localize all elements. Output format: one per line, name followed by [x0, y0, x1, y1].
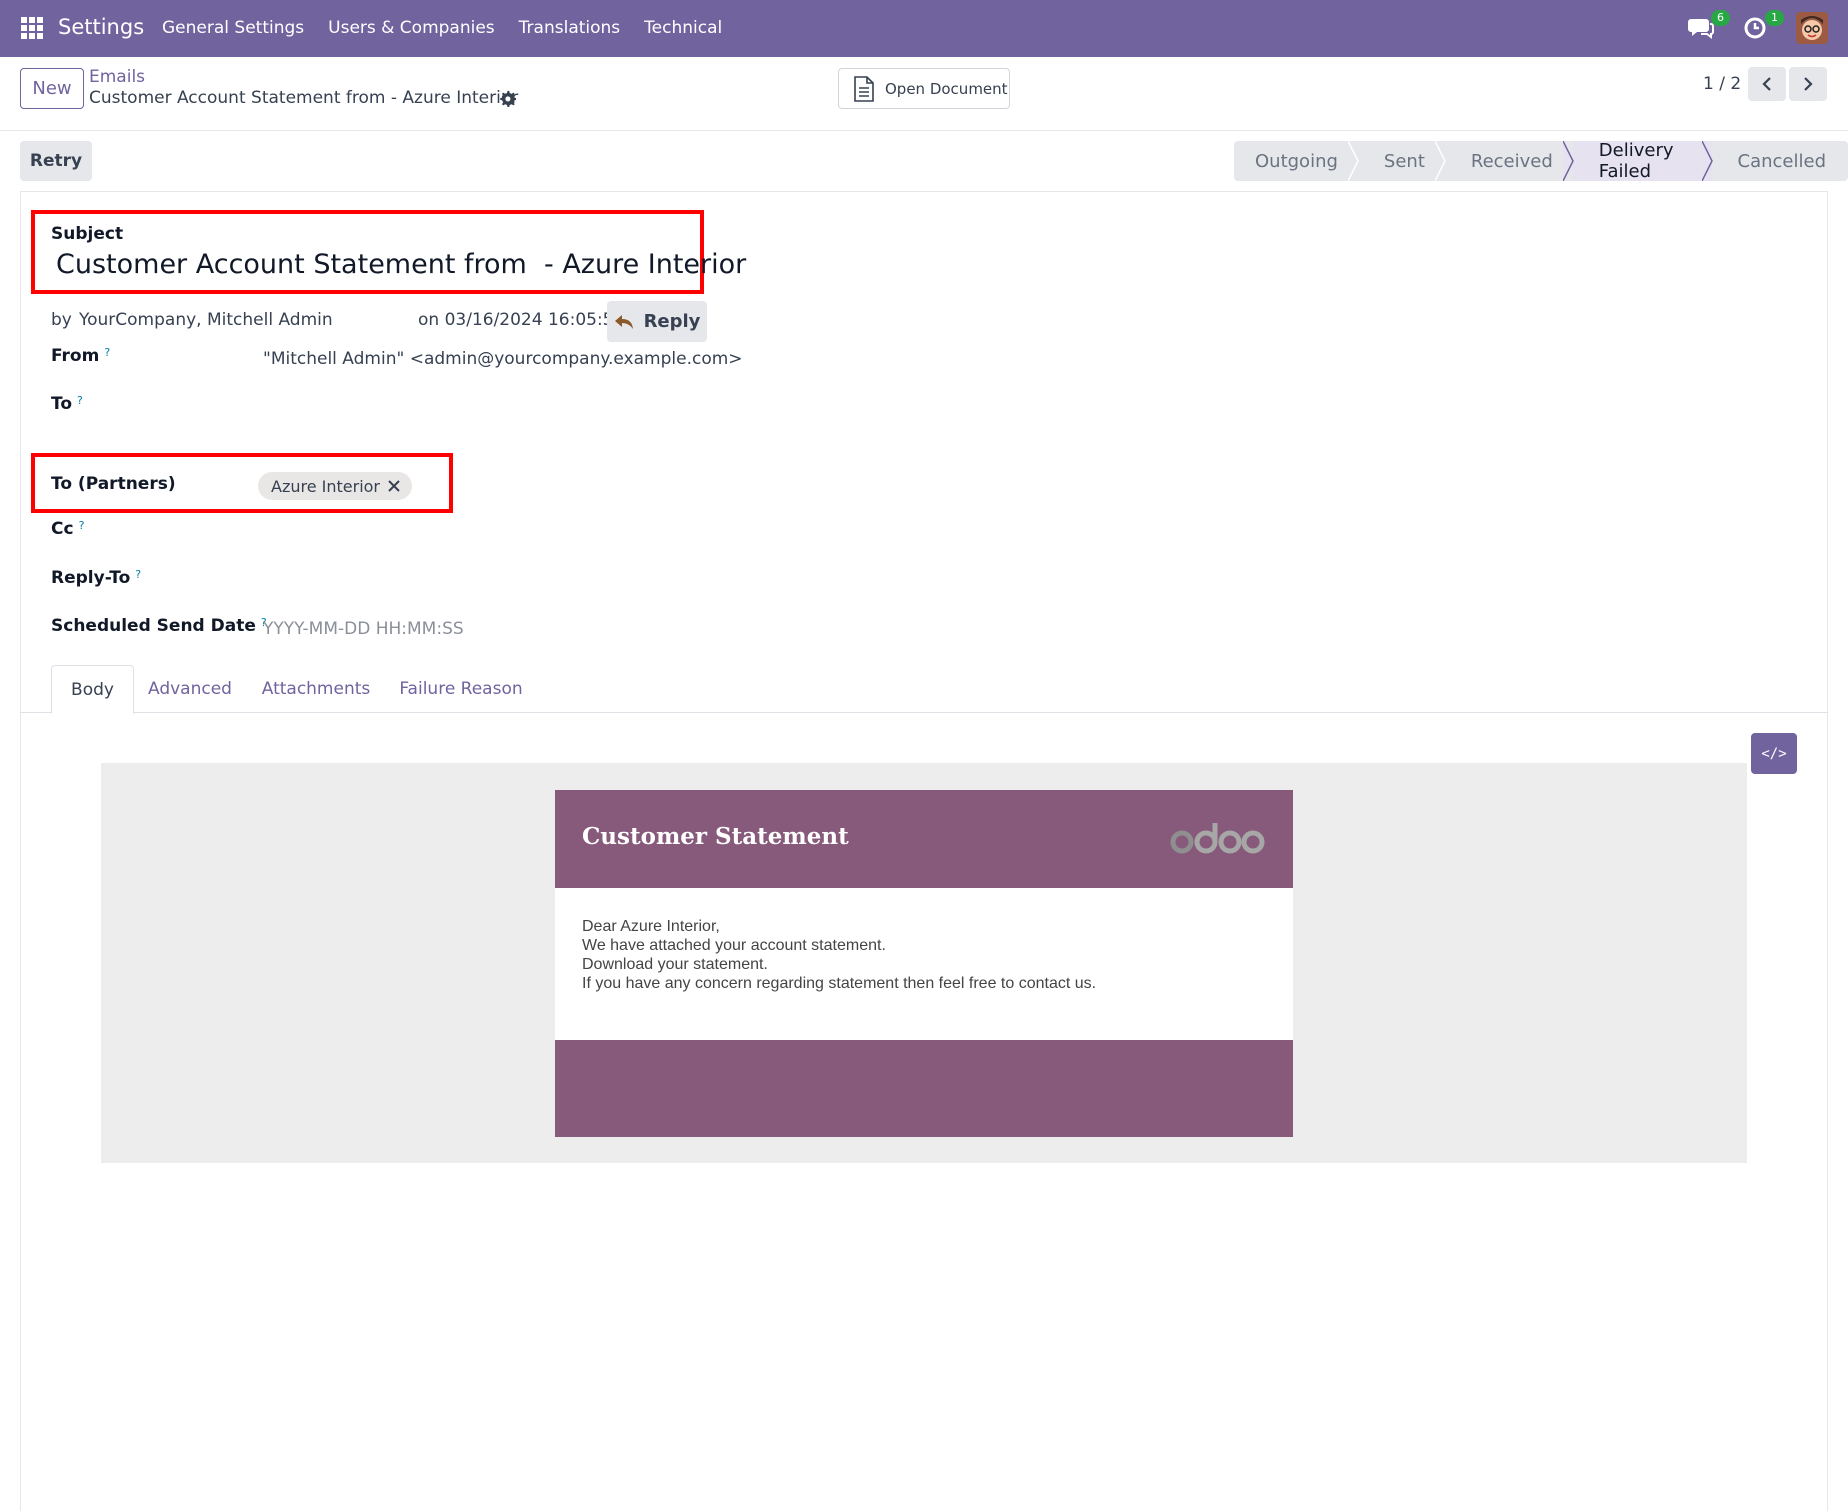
email-footer — [555, 1040, 1293, 1137]
tab-failure-reason[interactable]: Failure Reason — [386, 665, 536, 713]
email-title: Customer Statement — [582, 823, 849, 850]
help-icon[interactable]: ? — [135, 568, 141, 581]
reply-icon — [614, 314, 633, 329]
breadcrumb-emails[interactable]: Emails — [89, 67, 145, 87]
stage-outgoing[interactable]: Outgoing — [1234, 141, 1359, 181]
breadcrumb-current-record: Customer Account Statement from - Azure … — [89, 88, 519, 108]
menu-translations[interactable]: Translations — [519, 18, 621, 38]
open-document-label: Open Document — [885, 79, 1008, 98]
email-line: If you have any concern regarding statem… — [582, 975, 1097, 992]
top-menu: General Settings Users & Companies Trans… — [162, 18, 746, 38]
subject-label: Subject — [51, 224, 124, 244]
apps-menu-icon[interactable] — [21, 17, 43, 39]
stage-cancelled-label: Cancelled — [1737, 150, 1826, 172]
document-icon — [854, 75, 874, 102]
message-date: on 03/16/2024 16:05:51 — [418, 310, 625, 330]
stage-separator — [1434, 141, 1446, 181]
stage-received[interactable]: Received — [1444, 141, 1574, 181]
stage-cancelled[interactable]: Cancelled — [1711, 141, 1848, 181]
remove-tag-icon[interactable] — [388, 480, 400, 492]
stage-sent-label: Sent — [1383, 150, 1425, 172]
partner-tag-label: Azure Interior — [271, 476, 381, 496]
stage-delivery-failed-label: Delivery Failed — [1598, 140, 1674, 182]
control-panel: New Emails Customer Account Statement fr… — [0, 57, 1848, 131]
retry-button[interactable]: Retry — [20, 141, 92, 181]
activities-badge: 1 — [1765, 10, 1784, 26]
from-label: From? — [51, 346, 110, 366]
messages-icon[interactable]: 6 — [1688, 10, 1730, 42]
activities-icon[interactable]: 1 — [1742, 10, 1784, 42]
scheduled-date-label-text: Scheduled Send Date — [51, 616, 256, 636]
to-label: To? — [51, 394, 83, 414]
code-view-button[interactable]: </> — [1751, 733, 1797, 774]
to-label-text: To — [51, 394, 73, 414]
systray: 6 1 — [1688, 10, 1828, 44]
gear-icon[interactable] — [499, 90, 516, 107]
tab-body[interactable]: Body — [51, 665, 134, 714]
stage-sent[interactable]: Sent — [1357, 141, 1446, 181]
email-line: Download your statement. — [582, 956, 768, 973]
cc-label: Cc? — [51, 519, 84, 539]
email-card: Customer Statement Dear Azure Interior, … — [555, 790, 1293, 1137]
to-partners-label: To (Partners) — [51, 474, 176, 494]
stage-received-label: Received — [1470, 150, 1553, 172]
tab-advanced[interactable]: Advanced — [134, 665, 246, 713]
menu-general-settings[interactable]: General Settings — [162, 18, 304, 38]
help-icon[interactable]: ? — [104, 346, 110, 359]
reply-to-label-text: Reply-To — [51, 568, 131, 588]
tab-attachments[interactable]: Attachments — [246, 665, 386, 713]
cc-label-text: Cc — [51, 519, 74, 539]
odoo-logo — [1170, 823, 1265, 854]
menu-users-companies[interactable]: Users & Companies — [328, 18, 495, 38]
help-icon[interactable]: ? — [77, 394, 83, 407]
open-document-button[interactable]: Open Document — [838, 68, 1010, 109]
reply-label: Reply — [643, 311, 701, 332]
author-prefix: by — [51, 310, 72, 330]
messages-badge: 6 — [1711, 10, 1730, 26]
scheduled-date-input[interactable]: YYYY-MM-DD HH:MM:SS — [263, 619, 464, 639]
user-avatar[interactable] — [1796, 12, 1828, 44]
pager-value[interactable]: 1 / 2 — [1703, 74, 1741, 94]
stage-separator — [1562, 141, 1574, 181]
help-icon[interactable]: ? — [79, 519, 85, 532]
new-button[interactable]: New — [20, 68, 84, 109]
stage-separator — [1347, 141, 1359, 181]
partner-tag[interactable]: Azure Interior — [258, 472, 413, 500]
from-label-text: From — [51, 346, 100, 366]
notebook-tabs: Body Advanced Attachments Failure Reason — [20, 665, 1828, 714]
app-brand[interactable]: Settings — [58, 15, 144, 39]
chevron-right-icon — [1804, 77, 1813, 91]
stage-separator — [1701, 141, 1713, 181]
avatar-face-icon — [1796, 12, 1828, 44]
pager-previous-button[interactable] — [1748, 67, 1786, 101]
reply-to-label: Reply-To? — [51, 568, 141, 588]
email-line: Dear Azure Interior, — [582, 918, 720, 935]
reply-button[interactable]: Reply — [607, 301, 707, 342]
from-field[interactable]: "Mitchell Admin" <admin@yourcompany.exam… — [263, 349, 743, 369]
stage-outgoing-label: Outgoing — [1255, 150, 1338, 172]
email-message: Dear Azure Interior, We have attached yo… — [582, 917, 1096, 993]
top-navbar: Settings General Settings Users & Compan… — [0, 0, 1848, 57]
status-bar: Outgoing Sent Received Delivery Failed C… — [1234, 140, 1848, 182]
chevron-left-icon — [1762, 77, 1771, 91]
stage-delivery-failed[interactable]: Delivery Failed — [1572, 140, 1713, 182]
menu-technical[interactable]: Technical — [644, 18, 722, 38]
scheduled-date-label: Scheduled Send Date? — [51, 616, 267, 636]
email-line: We have attached your account statement. — [582, 937, 886, 954]
author-name[interactable]: YourCompany, Mitchell Admin — [79, 310, 333, 330]
subject-input[interactable]: Customer Account Statement from - Azure … — [56, 249, 746, 280]
email-header: Customer Statement — [555, 790, 1293, 888]
pager-next-button[interactable] — [1789, 67, 1827, 101]
